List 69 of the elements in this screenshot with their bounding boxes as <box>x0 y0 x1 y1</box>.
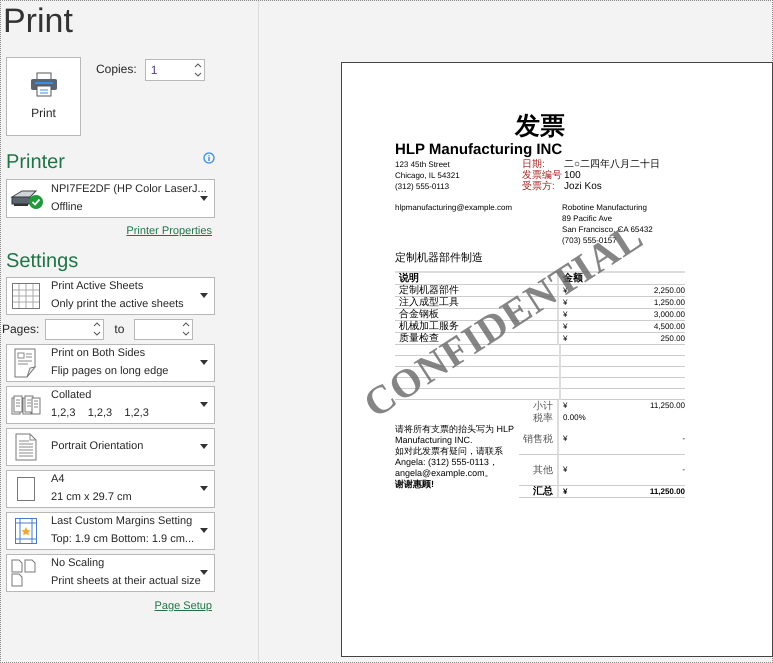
collated-pages-icon <box>11 394 41 414</box>
table-cell-text: 0.00% <box>563 413 586 424</box>
orientation-dropdown[interactable]: Portrait Orientation <box>6 428 215 466</box>
address-line: Chicago, IL 54321 <box>395 170 460 181</box>
table-cell: - <box>579 424 685 455</box>
spin-arrows-icon[interactable] <box>182 321 190 337</box>
closing-note: 谢谢惠顾! <box>395 479 434 490</box>
paper-dropdown[interactable]: A4 21 cm x 29.7 cm <box>6 470 215 508</box>
field-label: 日期: <box>522 159 545 170</box>
summary-label: 税率 <box>519 412 559 424</box>
invoice-title: 发票 <box>515 111 565 141</box>
printer-icon <box>30 72 58 98</box>
section-heading: Settings <box>5 248 78 272</box>
caret-icon <box>200 196 208 201</box>
caret-icon <box>200 402 208 407</box>
margins-page-icon <box>15 518 37 544</box>
info-icon[interactable] <box>203 152 215 164</box>
collate-dropdown[interactable]: Collated 1,2,3 1,2,3 1,2,3 <box>6 386 215 424</box>
table-cell: 11,250.00 <box>579 486 685 498</box>
field-value: Jozi Kos <box>564 181 603 192</box>
duplex-page-icon <box>13 348 39 378</box>
caret-icon <box>200 293 208 298</box>
print-button[interactable]: Print <box>6 57 81 136</box>
payment-note: 请将所有支票的抬头写为 HLP Manufacturing INC. <box>395 424 515 446</box>
scaling-dropdown[interactable]: No Scaling Print sheets at their actual size <box>6 554 215 592</box>
address-line: (312) 555-0113 <box>395 181 450 192</box>
sides-dropdown[interactable]: Print on Both Sides Flip pages on long edge <box>6 344 215 382</box>
table-cell: ¥ <box>559 486 579 498</box>
email-address: hlpmanufacturing@example.com <box>395 202 512 213</box>
payment-note: 如对此发票有疑问，请联系 Angela: (312) 555-0113，angela@example.com。 <box>395 446 504 479</box>
caret-icon <box>200 444 208 449</box>
to-label: to <box>114 321 124 338</box>
caret-icon <box>200 570 208 575</box>
copies-spinner[interactable]: 1 <box>144 59 205 81</box>
copies-label: Copies: <box>96 61 137 78</box>
table-cell: - <box>579 455 685 486</box>
page-title: Print <box>2 1 73 41</box>
field-label: 发票编号 <box>522 170 562 181</box>
summary-label: 销售税 <box>519 424 559 455</box>
from-page-field[interactable] <box>45 318 104 340</box>
printer-properties-link[interactable]: Printer Properties <box>126 223 212 240</box>
field-value: 二○二四年八月二十日 <box>564 159 660 170</box>
spin-arrows-icon[interactable] <box>93 321 102 337</box>
caret-icon <box>200 486 208 491</box>
table-cell: ¥ <box>559 455 579 486</box>
section-heading: Printer <box>6 150 65 174</box>
pages-label: Pages: <box>2 321 40 338</box>
printer-dropdown[interactable]: NPI7FE2DF (HP Color LaserJ... Offline <box>6 179 215 218</box>
company-name: HLP Manufacturing INC <box>395 141 562 158</box>
table-cell-text: 11,250.00 <box>649 400 685 412</box>
to-page-field[interactable] <box>134 318 194 340</box>
grid-sheet-icon <box>12 282 40 308</box>
caret-icon <box>200 360 208 365</box>
customer-line: 89 Pacific Ave <box>562 213 612 224</box>
printer-online-icon <box>10 188 44 210</box>
page-setup-link[interactable]: Page Setup <box>154 598 212 614</box>
field-label: 受票方: <box>522 181 556 192</box>
margins-dropdown[interactable]: Last Custom Margins Setting Top: 1.9 cm Bottom: 1.9 cm... <box>6 512 215 550</box>
portrait-page-icon <box>15 432 37 460</box>
field-value: 100 <box>564 170 582 181</box>
blank-page-icon <box>17 476 35 500</box>
table-cell: ¥ <box>559 424 579 455</box>
sheets-dropdown[interactable]: Print Active Sheets Only print the active sheets <box>6 276 215 314</box>
summary-label: 其他 <box>519 455 559 486</box>
summary-label: 汇总 <box>519 486 559 498</box>
customer-line: Robotine Manufacturing <box>562 202 647 213</box>
caret-icon <box>200 528 208 533</box>
spin-arrows-icon[interactable] <box>194 62 202 78</box>
address-line: 123 45th Street <box>395 159 450 170</box>
